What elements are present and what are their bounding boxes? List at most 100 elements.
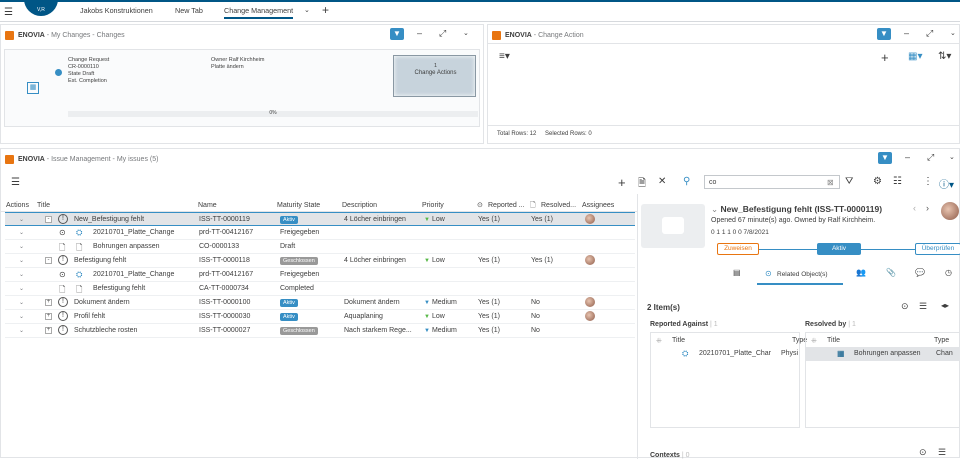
minimize-icon[interactable]: – — [904, 29, 909, 38]
more-icon[interactable]: ⋮ — [923, 176, 933, 187]
row-title[interactable]: Befestigung fehlt — [74, 257, 126, 264]
grid-view-icon[interactable]: ▦▾ — [908, 51, 922, 62]
delete-icon[interactable]: ✕ — [658, 176, 666, 187]
row-title[interactable]: Schutzbleche rosten — [74, 327, 137, 334]
detail-title[interactable]: ⌄ New_Befestigung fehlt (ISS-TT-0000119) — [711, 204, 882, 215]
avatar[interactable] — [585, 297, 595, 307]
row-menu-icon[interactable]: ⌄ — [19, 271, 24, 278]
table-row[interactable]: ⌄ ⊙ ⛭ 20210701_Platte_Change prd-TT-00412167… — [5, 268, 635, 282]
tab-related-objects[interactable]: ⊙ Related Object(s) — [757, 263, 843, 285]
table-row[interactable]: ⌄ -! New_Befestigung fehlt ISS-TT-0000119 Ak… — [5, 212, 635, 226]
col-title[interactable]: Title — [672, 337, 685, 344]
maximize-icon[interactable]: ⤢ — [439, 29, 446, 38]
col-assignees[interactable]: Assignees — [582, 202, 614, 209]
table-row[interactable]: ⌄ +! Schutzbleche rosten ISS-TT-0000027 Gesc… — [5, 324, 635, 338]
row-resolved[interactable]: No — [531, 327, 540, 334]
row-menu-icon[interactable]: ⌄ — [19, 257, 24, 264]
gear-icon[interactable]: ⚙ — [873, 176, 882, 187]
clear-icon[interactable]: ⊠ — [827, 178, 834, 187]
menu-icon[interactable]: ☰ — [4, 7, 13, 18]
row-menu-icon[interactable]: ⌄ — [19, 229, 24, 236]
row-menu-icon[interactable]: ⌄ — [19, 285, 24, 292]
table-row[interactable]: ⌄ 🗋 🗋 Befestigung fehlt CA-TT-0000734 Complet… — [5, 282, 635, 296]
search-input[interactable]: co ⊠ — [704, 175, 840, 189]
change-id[interactable]: CR-0000110 — [68, 64, 99, 70]
chevron-down-icon[interactable]: ⌄ — [949, 153, 955, 162]
next-icon[interactable]: › — [926, 203, 929, 213]
row-title[interactable]: 20210701_Platte_Change — [93, 271, 174, 278]
row-menu-icon[interactable]: ⌄ — [19, 313, 24, 320]
expand-toggle-icon[interactable]: + — [45, 327, 52, 334]
row-reported[interactable]: Yes (1) — [478, 299, 500, 306]
attachment-icon[interactable]: 📎 — [886, 268, 896, 277]
row-resolved[interactable]: No — [531, 299, 540, 306]
lifecycle-prev[interactable]: Zuweisen — [717, 243, 759, 255]
col-name[interactable]: Name — [198, 202, 217, 209]
change-actions-button[interactable]: 1 Change Actions — [393, 55, 476, 97]
row-title[interactable]: Profil fehlt — [74, 313, 105, 320]
table-row[interactable]: ⌄ 🗋 🗋 Bohrungen anpassen CO-0000133 Draft — [5, 240, 635, 254]
map-pin-icon[interactable]: ⊙ — [901, 301, 909, 312]
row-resolved[interactable]: Yes (1) — [531, 216, 553, 223]
tab-new[interactable]: New Tab — [175, 6, 203, 15]
prev-icon[interactable]: ‹ — [913, 203, 916, 213]
list-options-icon[interactable]: ☰ — [919, 301, 927, 312]
maximize-icon[interactable]: ⤢ — [926, 29, 933, 38]
row-menu-icon[interactable]: ⌄ — [19, 327, 24, 334]
lifecycle-current[interactable]: Aktiv — [817, 243, 861, 255]
chevron-down-icon[interactable]: ⌄ — [950, 29, 956, 38]
col-title[interactable]: Title — [827, 337, 840, 344]
col-type[interactable]: Type — [934, 337, 949, 344]
info-icon[interactable]: ⓘ▾ — [939, 176, 954, 191]
expand-toggle-icon[interactable]: - — [45, 257, 52, 264]
lifecycle-next[interactable]: Überprüfen — [915, 243, 960, 255]
list-view-icon[interactable]: ☰ — [11, 177, 20, 188]
filter-icon[interactable]: ▼ — [877, 28, 891, 40]
tab-jakobs[interactable]: Jakobs Konstruktionen — [80, 6, 153, 15]
search-filter-icon[interactable]: ⛛ — [845, 176, 853, 187]
comments-icon[interactable]: 💬 — [915, 268, 925, 277]
row-title[interactable]: Dokument ändern — [74, 299, 130, 306]
col-maturity[interactable]: Maturity State — [277, 202, 320, 209]
users-icon[interactable]: 👥 — [856, 268, 866, 277]
row-title[interactable]: 20210701_Platte_Change — [93, 229, 174, 236]
col-description[interactable]: Description — [342, 202, 377, 209]
expand-toggle-icon[interactable]: + — [45, 313, 52, 320]
row-resolved[interactable]: No — [531, 313, 540, 320]
table-row[interactable]: ⌄ -! Befestigung fehlt ISS-TT-0000118 Geschl… — [5, 254, 635, 268]
col-resolved[interactable]: Resolved... — [541, 202, 576, 209]
change-card[interactable]: ▦ Change Request CR-0000110 State Draft … — [4, 49, 480, 127]
col-actions[interactable]: Actions — [6, 202, 29, 209]
filter-icon[interactable]: ▼ — [878, 152, 892, 164]
row-reported[interactable]: Yes (1) — [478, 313, 500, 320]
add-icon[interactable]: + — [618, 175, 626, 190]
history-icon[interactable]: ◷ — [945, 268, 952, 277]
app-logo[interactable]: V,R — [24, 0, 58, 16]
avatar[interactable] — [585, 255, 595, 265]
row-menu-icon[interactable]: ⌄ — [19, 299, 24, 306]
col-title[interactable]: Title — [37, 202, 50, 209]
expand-toggle-icon[interactable]: + — [45, 299, 52, 306]
row-reported[interactable]: Yes (1) — [478, 257, 500, 264]
row-reported[interactable]: Yes (1) — [478, 327, 500, 334]
row-resolved[interactable]: Yes (1) — [531, 257, 553, 264]
owner-avatar[interactable] — [941, 202, 959, 220]
col-priority[interactable]: Priority — [422, 202, 444, 209]
minimize-icon[interactable]: – — [905, 153, 910, 162]
map-pin-icon[interactable]: ⊙ — [919, 447, 927, 458]
filter-icon[interactable]: ▼ — [390, 28, 404, 40]
related-row[interactable]: ⛭ 20210701_Platte_Char Physi — [651, 347, 799, 361]
tab-chevron-down-icon[interactable]: ⌄ — [304, 6, 310, 14]
row-title[interactable]: Bohrungen anpassen — [93, 243, 160, 250]
tab-change-management[interactable]: Change Management — [224, 6, 294, 19]
row-title[interactable]: Befestigung fehlt — [93, 285, 145, 292]
col-reported[interactable]: Reported ... — [488, 202, 525, 209]
row-title[interactable]: New_Befestigung fehlt — [74, 216, 144, 223]
save-icon[interactable]: 🗎 — [638, 176, 646, 193]
row-menu-icon[interactable]: ⌄ — [19, 216, 24, 223]
add-tab-button[interactable]: + — [322, 3, 329, 17]
table-row[interactable]: ⌄ +! Profil fehlt ISS-TT-0000030 Aktiv Aquapl… — [5, 310, 635, 324]
table-view-icon[interactable]: ☷ — [893, 176, 902, 187]
avatar[interactable] — [585, 311, 595, 321]
table-row[interactable]: ⌄ ⊙ ⛭ 20210701_Platte_Change prd-TT-00412167… — [5, 226, 635, 240]
